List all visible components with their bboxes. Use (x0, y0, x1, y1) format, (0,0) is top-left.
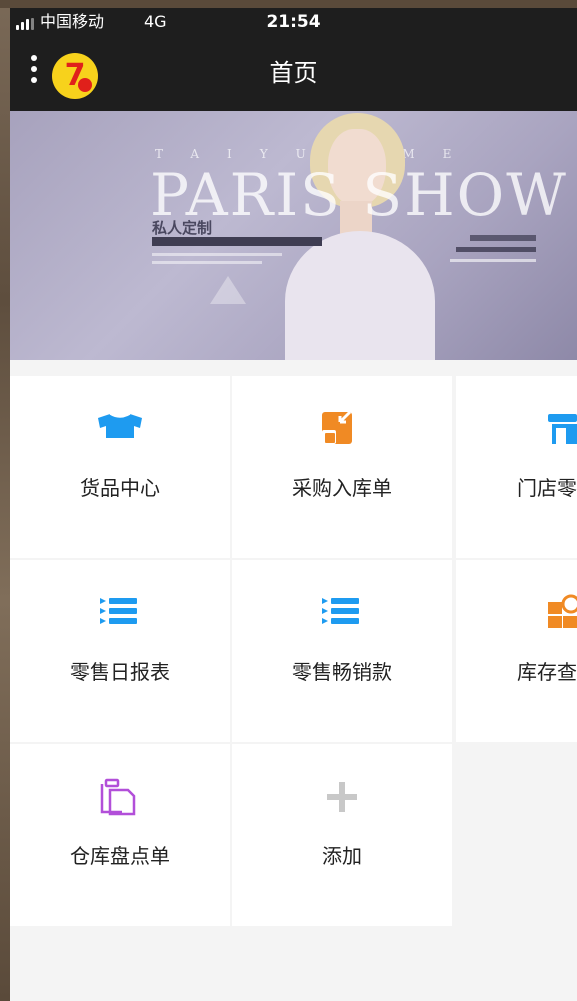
purchase-inbound-icon (232, 406, 452, 450)
background-top (0, 0, 577, 8)
clipboard-icon (10, 774, 230, 818)
menu-item-label: 零售畅销款 (292, 660, 392, 684)
menu-item-add[interactable]: 添加 (232, 744, 452, 926)
menu-item-retail-bestsellers[interactable]: 零售畅销款 (232, 560, 452, 742)
store-icon (456, 406, 577, 450)
inventory-icon (456, 590, 577, 634)
menu-item-label: 零售日报表 (70, 660, 170, 684)
banner-decor-line (152, 261, 262, 264)
promo-banner[interactable]: TAIYUE ME PARIS SHOW 私人定制 (10, 111, 577, 360)
banner-subtitle-bar (152, 237, 322, 246)
list-icon (232, 590, 452, 634)
plus-icon (232, 774, 452, 818)
menu-item-label: 仓库盘点单 (70, 844, 170, 868)
status-bar: 中国移动 4G 21:54 (10, 8, 577, 36)
menu-item-label: 门店零 (517, 476, 577, 500)
background-edge (0, 0, 10, 1001)
menu-item-label: 添加 (322, 844, 362, 868)
banner-triangle-decor (210, 276, 246, 304)
banner-model-dress (285, 231, 435, 360)
menu-item-label: 库存查 (517, 660, 577, 684)
clothes-icon (10, 406, 230, 450)
banner-decor-line (152, 253, 282, 256)
phone-screen: 中国移动 4G 21:54 首页 7 TAIYUE ME PARIS SHOW … (10, 8, 577, 1001)
menu-item-store-retail[interactable]: 门店零 (456, 376, 577, 558)
top-navigation-bar: 首页 7 (10, 36, 577, 111)
logo-dot (78, 78, 92, 92)
more-vertical-icon[interactable] (30, 55, 38, 85)
status-time: 21:54 (266, 12, 321, 32)
menu-item-retail-daily-report[interactable]: 零售日报表 (10, 560, 230, 742)
banner-cn-title: 私人定制 (152, 219, 213, 237)
menu-item-label: 采购入库单 (292, 476, 392, 500)
menu-item-inventory-query[interactable]: 库存查 (456, 560, 577, 742)
menu-item-label: 货品中心 (80, 476, 160, 500)
app-logo[interactable]: 7 (52, 53, 98, 99)
list-icon (10, 590, 230, 634)
banner-right-badge (450, 229, 540, 269)
menu-item-warehouse-stocktake[interactable]: 仓库盘点单 (10, 744, 230, 926)
menu-item-product-center[interactable]: 货品中心 (10, 376, 230, 558)
menu-item-purchase-inbound[interactable]: 采购入库单 (232, 376, 452, 558)
